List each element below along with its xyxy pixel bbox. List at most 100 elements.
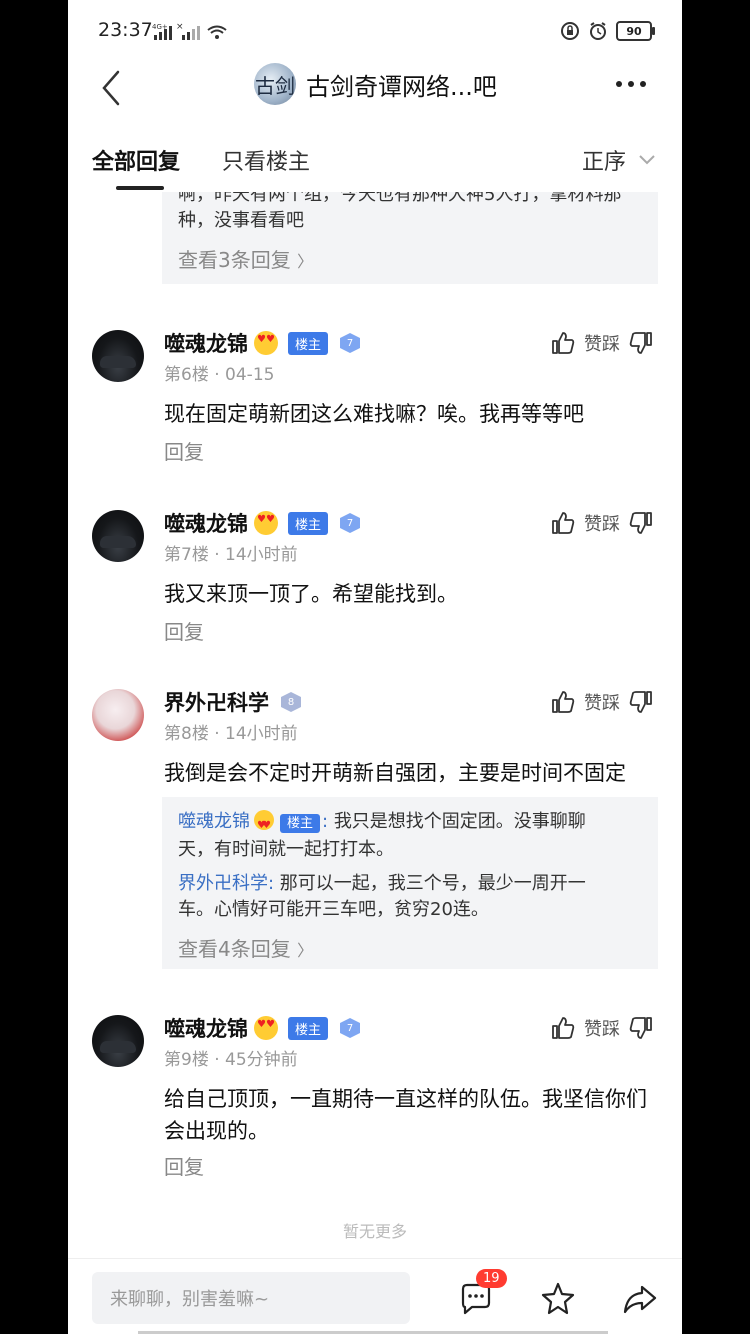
level-badge: 8 — [281, 692, 301, 712]
like-dislike-group: 赞踩 — [550, 689, 654, 715]
user-name[interactable]: 噬魂龙锦 — [164, 328, 248, 358]
post-content: 我又来顶一顶了。希望能找到。 — [164, 582, 458, 606]
sub-reply-text: 那可以一起，我三个号，最少一周开一 — [279, 873, 586, 894]
user-name-row: 噬魂龙锦 楼主 7 — [164, 1013, 361, 1043]
floor-number: 第9楼 — [164, 1050, 209, 1070]
thumbs-down-icon[interactable] — [628, 510, 654, 536]
sub-reply-user[interactable]: 界外卍科学 — [178, 873, 268, 894]
reply-button[interactable]: 回复 — [164, 1151, 204, 1180]
sub-reply-text: 天，有时间就一起打打本。 — [178, 839, 394, 860]
avatar[interactable] — [92, 1015, 144, 1067]
sub-reply-text: 种，没事看看吧 — [178, 210, 304, 231]
level-badge: 7 — [340, 513, 361, 533]
tab-all-replies[interactable]: 全部回复 — [92, 144, 180, 176]
thumbs-down-icon[interactable] — [628, 330, 654, 356]
heart-eyes-emoji-icon — [254, 1016, 278, 1040]
reply-button[interactable]: 回复 — [164, 436, 204, 465]
likes-label: 赞踩 — [584, 1019, 620, 1040]
more-options-icon[interactable] — [616, 74, 652, 94]
thumbs-down-icon[interactable] — [628, 689, 654, 715]
heart-eyes-emoji-icon — [254, 511, 278, 535]
star-icon[interactable] — [540, 1281, 576, 1317]
forum-logo: 古剑 — [254, 63, 296, 105]
op-badge: 楼主 — [280, 814, 321, 833]
likes-label: 赞踩 — [584, 334, 620, 355]
thumbs-down-icon[interactable] — [628, 1015, 654, 1041]
chevron-right-icon: 〉 — [297, 252, 314, 271]
comment-count-badge: 19 — [476, 1269, 507, 1288]
chevron-right-icon: 〉 — [297, 941, 314, 960]
sub-reply-box: 啊，昨天有两个组，今天也有那种大神5人打，拿材料那 种，没事看看吧 查看3条回复… — [162, 192, 658, 284]
battery-indicator: 90 — [616, 21, 655, 41]
view-more-label: 查看3条回复 — [178, 248, 291, 272]
thumbs-up-icon[interactable] — [550, 689, 576, 715]
reply-filter-tabs: 全部回复 只看楼主 正序 — [68, 124, 682, 192]
heart-eyes-emoji-icon — [254, 331, 278, 355]
user-name[interactable]: 界外卍科学 — [164, 687, 269, 717]
post-meta: 第7楼 · 14小时前 — [164, 545, 298, 565]
post-content: 我倒是会不定时开萌新自强团，主要是时间不固定 — [164, 761, 626, 785]
sub-reply-text: 车。心情好可能开三车吧，贫穷20连。 — [178, 899, 489, 920]
sub-reply-text: 啊，昨天有两个组，今天也有那种大神5人打，拿材料那 — [178, 192, 622, 205]
view-more-replies-link[interactable]: 查看3条回复 〉 — [178, 244, 642, 273]
top-nav: 古剑 古剑奇谭网络...吧 — [68, 60, 682, 124]
sub-reply-user[interactable]: 噬魂龙锦 — [178, 811, 250, 832]
level-badge: 7 — [340, 1018, 361, 1038]
floor-number: 第8楼 — [164, 724, 209, 744]
like-dislike-group: 赞踩 — [550, 510, 654, 536]
level-badge: 7 — [340, 333, 361, 353]
share-icon[interactable] — [622, 1281, 658, 1317]
like-dislike-group: 赞踩 — [550, 1015, 654, 1041]
forum-title: 古剑奇谭网络...吧 — [306, 72, 497, 101]
view-more-label: 查看4条回复 — [178, 937, 291, 961]
status-time: 23:37 — [98, 19, 153, 41]
user-name[interactable]: 噬魂龙锦 — [164, 1013, 248, 1043]
op-badge: 楼主 — [288, 1016, 329, 1040]
thumbs-up-icon[interactable] — [550, 1015, 576, 1041]
reply-post: 噬魂龙锦 楼主 7 第9楼 · 45分钟前 给自己顶顶，一直期待一直这样的队伍。… — [68, 1015, 682, 1185]
chevron-down-icon — [639, 155, 655, 165]
signal-icon: 4G+ × — [152, 22, 227, 40]
sub-reply[interactable]: 界外卍科学: 那可以一起，我三个号，最少一周开一 车。心情好可能开三车吧，贫穷2… — [178, 871, 642, 923]
lock-rotation-icon — [561, 22, 579, 40]
post-content: 现在固定萌新团这么难找嘛？唉。我再等等吧 — [164, 402, 584, 426]
back-arrow-icon[interactable] — [98, 68, 128, 108]
bottom-bar: 来聊聊，别害羞嘛~ 19 — [68, 1258, 682, 1334]
user-name-row: 噬魂龙锦 楼主 7 — [164, 328, 361, 358]
sub-reply-box: 噬魂龙锦楼主: 我只是想找个固定团。没事聊聊 天，有时间就一起打打本。 界外卍科… — [162, 797, 658, 969]
app-screen: 23:37 4G+ × 90 古剑 古剑奇谭网络...吧 全部回复 只看楼主 正… — [68, 0, 682, 1334]
sort-order-dropdown[interactable]: 正序 — [582, 144, 656, 176]
post-time: 04-15 — [225, 365, 275, 385]
heart-eyes-emoji-icon — [254, 810, 274, 839]
user-name-row: 噬魂龙锦 楼主 7 — [164, 508, 361, 538]
sort-order-label: 正序 — [581, 150, 626, 175]
post-content: 给自己顶顶，一直期待一直这样的队伍。我坚信你们会出现的。 — [164, 1087, 647, 1143]
post-meta: 第8楼 · 14小时前 — [164, 724, 298, 744]
op-badge: 楼主 — [288, 511, 329, 535]
forum-title-area[interactable]: 古剑 古剑奇谭网络...吧 — [254, 62, 497, 106]
comment-input[interactable]: 来聊聊，别害羞嘛~ — [92, 1272, 410, 1324]
avatar[interactable] — [92, 689, 144, 741]
sub-reply[interactable]: 噬魂龙锦楼主: 我只是想找个固定团。没事聊聊 天，有时间就一起打打本。 — [178, 809, 642, 863]
avatar[interactable] — [92, 330, 144, 382]
status-bar: 23:37 4G+ × 90 — [68, 0, 682, 60]
floor-number: 第7楼 — [164, 545, 209, 565]
thumbs-up-icon[interactable] — [550, 330, 576, 356]
user-name[interactable]: 噬魂龙锦 — [164, 508, 248, 538]
likes-label: 赞踩 — [584, 514, 620, 535]
like-dislike-group: 赞踩 — [550, 330, 654, 356]
avatar[interactable] — [92, 510, 144, 562]
user-name-row: 界外卍科学 8 — [164, 687, 301, 717]
reply-list: 啊，昨天有两个组，今天也有那种大神5人打，拿材料那 种，没事看看吧 查看3条回复… — [68, 192, 682, 1258]
post-time: 45分钟前 — [225, 1050, 298, 1070]
reply-button[interactable]: 回复 — [164, 616, 204, 645]
post-time: 14小时前 — [225, 545, 298, 565]
active-tab-indicator — [116, 186, 164, 190]
view-more-replies-link[interactable]: 查看4条回复 〉 — [178, 933, 642, 962]
tab-op-only[interactable]: 只看楼主 — [222, 144, 310, 176]
floor-number: 第6楼 — [164, 365, 209, 385]
thumbs-up-icon[interactable] — [550, 510, 576, 536]
svg-text:×: × — [176, 22, 184, 32]
op-badge: 楼主 — [288, 331, 329, 355]
likes-label: 赞踩 — [584, 693, 620, 714]
